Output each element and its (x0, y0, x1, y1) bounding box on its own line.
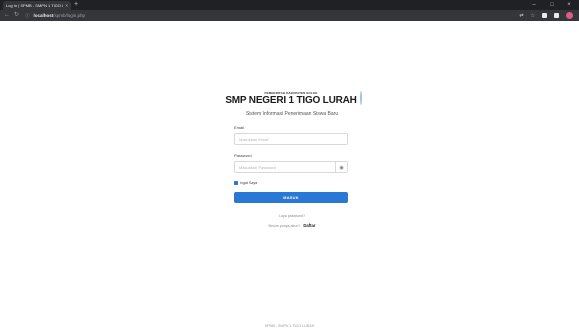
browser-toolbar: ← ↻ ⓘ localhost /spmb/login.php ⇄ ☆ (0, 10, 579, 21)
close-window-icon[interactable]: × (562, 0, 576, 10)
remember-label: Ingat Saya (240, 181, 258, 185)
login-panel: PEMERINTAH KABUPATEN SOLOK SMP NEGERI 1 … (225, 88, 369, 228)
sidebar-icon[interactable] (554, 13, 559, 18)
tut-wuri-logo-icon (359, 91, 369, 105)
email-label: Email (234, 125, 245, 130)
site-info-icon[interactable]: ⓘ (25, 13, 30, 19)
back-icon[interactable]: ← (4, 11, 10, 20)
remember-me[interactable]: Ingat Saya (234, 181, 350, 185)
register-prompt: Belum punya akun? (268, 224, 301, 228)
tab-title: Log In | SPMB - SMPN 1 TIGO LU… (6, 3, 63, 8)
remember-checkbox[interactable] (234, 181, 238, 185)
register-link[interactable]: Daftar (303, 223, 315, 228)
url-path: /spmb/login.php (53, 13, 86, 18)
forgot-password-link[interactable]: Lupa password? (234, 214, 350, 218)
translate-icon[interactable]: ⇄ (519, 13, 523, 19)
new-tab-icon[interactable]: + (74, 1, 78, 9)
show-password-eye-icon[interactable]: ◉ (335, 162, 347, 173)
password-field[interactable] (239, 164, 343, 170)
url-host: localhost (33, 13, 54, 18)
school-brand: PEMERINTAH KABUPATEN SOLOK SMP NEGERI 1 … (225, 88, 369, 108)
reload-icon[interactable]: ↻ (14, 11, 19, 20)
bookmark-star-icon[interactable]: ☆ (531, 13, 535, 19)
page-footer: SPMB - SMPN 1 TIGO LURAH (264, 324, 315, 328)
browser-tab-bar: Log In | SPMB - SMPN 1 TIGO LU… × + – □ … (0, 0, 579, 10)
login-button[interactable]: MASUK (234, 192, 348, 203)
minimize-icon[interactable]: – (527, 0, 541, 10)
browser-tab[interactable]: Log In | SPMB - SMPN 1 TIGO LU… × (3, 1, 71, 10)
school-name: SMP NEGERI 1 TIGO LURAH (225, 94, 357, 106)
password-field-wrapper: ◉ (234, 161, 348, 173)
password-label: Password (234, 153, 252, 158)
system-title: Sistem Informasi Penerimaan Siswa Baru (245, 111, 339, 117)
maximize-icon[interactable]: □ (545, 0, 559, 10)
tab-close-icon[interactable]: × (65, 3, 68, 8)
toolbar-actions: ⇄ ☆ (519, 11, 573, 20)
address-bar[interactable]: ⓘ localhost /spmb/login.php (25, 12, 155, 19)
extension-icon[interactable] (542, 13, 547, 18)
register-line: Belum punya akun? Daftar (234, 223, 350, 228)
email-field[interactable] (239, 136, 343, 142)
profile-avatar[interactable] (566, 12, 573, 19)
email-field-wrapper (234, 133, 348, 145)
